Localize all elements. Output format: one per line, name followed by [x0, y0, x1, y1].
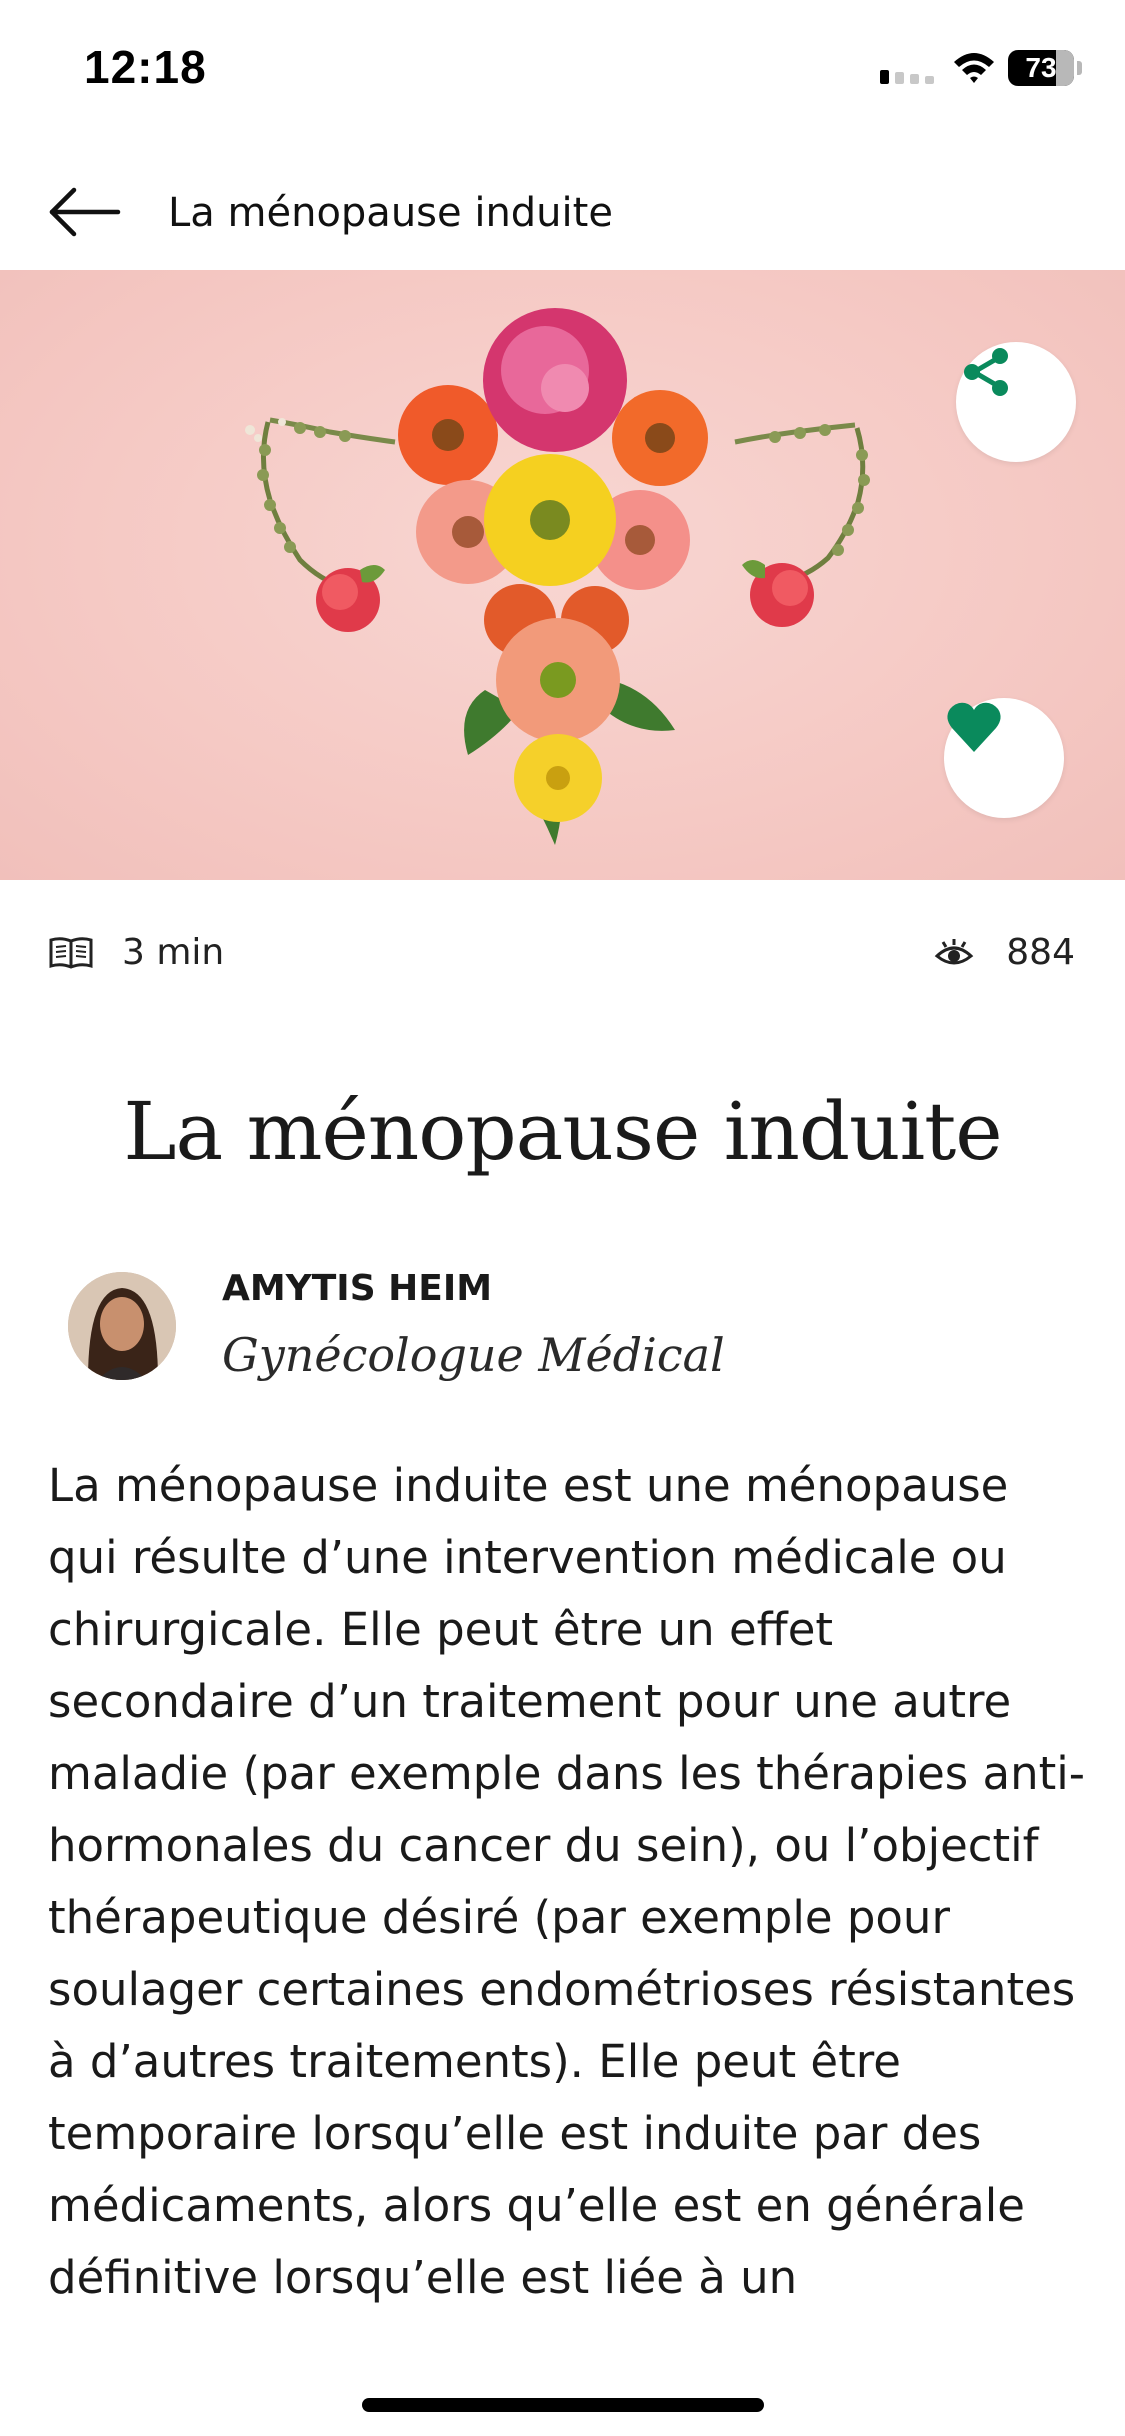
status-bar: 12:18 73 — [0, 0, 1125, 140]
view-count-label: 884 — [1006, 932, 1075, 973]
hero-image — [0, 270, 1125, 880]
share-icon — [964, 348, 1008, 396]
share-button[interactable] — [956, 342, 1076, 462]
view-count: 884 — [934, 932, 1075, 973]
heart-icon — [947, 702, 1001, 752]
header: La ménopause induite — [0, 150, 1125, 270]
book-icon — [49, 936, 93, 969]
status-time: 12:18 — [84, 41, 207, 93]
back-button[interactable] — [40, 182, 130, 242]
wifi-icon — [954, 53, 994, 83]
battery-icon: 73 — [1008, 50, 1084, 88]
author-portrait — [68, 1272, 176, 1380]
battery-level: 73 — [1025, 52, 1057, 83]
eye-icon — [935, 938, 974, 964]
author-avatar — [68, 1272, 176, 1380]
author-role: Gynécologue Médical — [222, 1328, 725, 1382]
article-title: La ménopause induite — [123, 1085, 1002, 1178]
article-meta: 3 min 884 — [0, 920, 1125, 990]
home-indicator[interactable] — [362, 2398, 764, 2412]
cellular-signal-icon — [880, 70, 934, 84]
author-name: AMYTIS HEIM — [222, 1268, 493, 1309]
article-body: La ménopause induite est une ménopause q… — [48, 1459, 1086, 2304]
read-time-label: 3 min — [122, 932, 225, 973]
arrow-left-icon — [49, 187, 121, 237]
page-title: La ménopause induite — [168, 190, 613, 236]
read-time: 3 min — [48, 932, 224, 973]
favorite-button[interactable] — [944, 698, 1064, 818]
